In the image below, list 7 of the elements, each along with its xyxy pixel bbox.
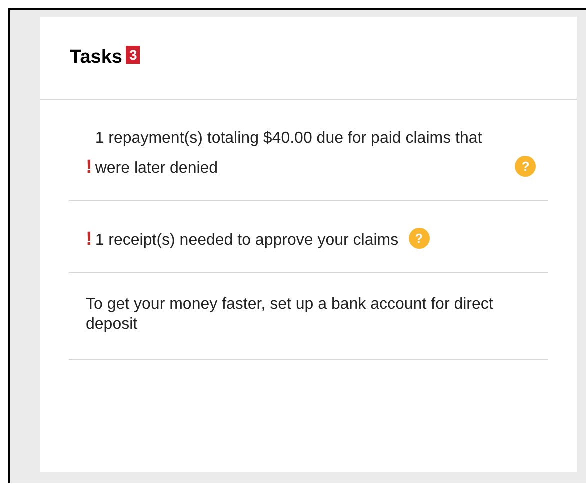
card-title: Tasks: [70, 47, 122, 69]
task-text[interactable]: 1 receipt(s) needed to approve your claims: [95, 226, 399, 256]
task-text[interactable]: To get your money faster, set up a bank account for direct deposit: [86, 295, 526, 335]
alert-mark: !: [86, 157, 92, 178]
alert-mark: !: [86, 229, 92, 250]
task-text[interactable]: 1 repayment(s) totaling $40.00 due for paid claims that were later denied: [95, 124, 506, 184]
count-badge: 3: [126, 46, 140, 64]
